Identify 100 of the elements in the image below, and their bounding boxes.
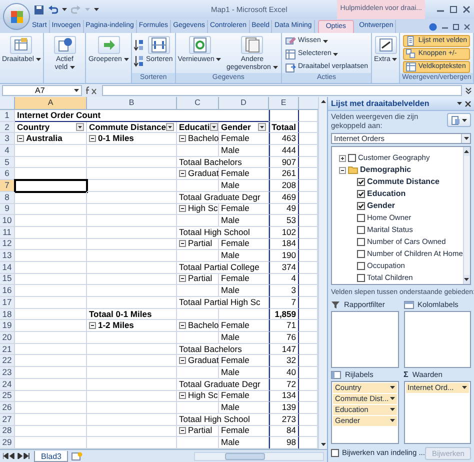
table-cell: Totaal High School (177, 414, 269, 426)
table-cell: Female (219, 355, 269, 368)
table-cell: Totaal Graduate Degr (177, 192, 269, 204)
table-cell: Female (219, 390, 269, 402)
table-cell: 139 (269, 402, 299, 414)
table-cell: 49 (269, 204, 299, 216)
header-label: Commute Distance (89, 122, 166, 133)
row-number[interactable]: 27 (0, 414, 15, 426)
row-number[interactable]: 24 (0, 378, 15, 390)
table-cell: Female (219, 204, 269, 216)
pivot-title: Internet Order Count (15, 110, 269, 122)
table-cell: 40 (269, 367, 299, 379)
row-number[interactable]: 22 (0, 355, 15, 368)
table-cell: 190 (269, 250, 299, 262)
header-label: Educati (179, 122, 210, 133)
column-letter[interactable]: A (15, 97, 87, 110)
sigma-icon: Σ (404, 369, 408, 381)
field-item[interactable]: Demographic (360, 164, 412, 176)
column-letter[interactable]: D (219, 97, 269, 110)
table-cell: Partial (177, 274, 219, 286)
field-item[interactable]: Education (367, 188, 406, 200)
table-cell: Partial (177, 238, 219, 250)
row-number[interactable]: 20 (0, 332, 15, 344)
row-number[interactable]: 4 (0, 145, 15, 157)
row-number[interactable]: 26 (0, 402, 15, 414)
table-cell: 1-2 Miles (87, 320, 177, 332)
field-item[interactable]: Gender (367, 200, 396, 212)
row-number[interactable]: 1 (0, 110, 15, 122)
table-cell: 76 (269, 332, 299, 344)
column-letter[interactable]: B (87, 97, 177, 110)
field-item[interactable]: Commute Distance (367, 176, 440, 188)
row-number[interactable]: 10 (0, 215, 15, 227)
table-cell: Female (219, 133, 269, 146)
column-letter[interactable]: E (269, 97, 299, 110)
row-number[interactable]: 16 (0, 285, 15, 297)
row-number[interactable]: 17 (0, 297, 15, 309)
table-cell: 261 (269, 168, 299, 180)
row-number[interactable]: 5 (0, 156, 15, 168)
row-number[interactable]: 11 (0, 226, 15, 239)
table-cell: 134 (269, 390, 299, 402)
table-cell: Male (219, 215, 269, 227)
table-cell: High Sc (177, 390, 219, 402)
sheet-tab[interactable]: Blad3 (34, 450, 68, 462)
column-letter[interactable]: C (177, 97, 219, 110)
table-cell: Female (219, 238, 269, 250)
table-cell: 72 (269, 378, 299, 390)
pane-title: Lijst met draaitabelvelden (331, 98, 430, 110)
table-cell: 1,859 (269, 308, 299, 320)
table-cell: 0-1 Miles (87, 133, 177, 146)
row-number[interactable]: 9 (0, 204, 15, 216)
table-cell: 469 (269, 192, 299, 204)
table-cell: Totaal Partial College (177, 262, 269, 274)
row-number[interactable]: 25 (0, 390, 15, 402)
table-cell: Australia (15, 133, 87, 146)
row-number[interactable]: 8 (0, 192, 15, 204)
table-cell: 374 (269, 262, 299, 274)
table-cell: 273 (269, 414, 299, 426)
table-cell: 147 (269, 344, 299, 356)
table-cell: 32 (269, 355, 299, 368)
table-cell: 71 (269, 320, 299, 332)
table-cell: Male (219, 180, 269, 192)
table-cell: Partial (177, 426, 219, 438)
table-cell: Male (219, 367, 269, 379)
name-box[interactable]: A7 (2, 85, 82, 96)
table-cell: Bachelo (177, 133, 219, 146)
table-cell: Totaal (269, 122, 299, 134)
table-cell: Totaal Partial High Sc (177, 297, 269, 309)
row-number[interactable]: 6 (0, 168, 15, 180)
table-cell: 208 (269, 180, 299, 192)
table-cell: Male (219, 437, 269, 449)
header-label: Country (17, 122, 50, 133)
table-cell: Totaal Bachelors (177, 344, 269, 356)
row-number[interactable]: 3 (0, 133, 15, 146)
table-cell: Bachelo (177, 320, 219, 332)
table-cell: 4 (269, 274, 299, 286)
row-number[interactable]: 23 (0, 367, 15, 379)
row-number[interactable]: 19 (0, 320, 15, 332)
row-number[interactable]: 13 (0, 250, 15, 262)
row-number[interactable]: 15 (0, 274, 15, 286)
row-number[interactable]: 28 (0, 426, 15, 438)
table-cell: 84 (269, 426, 299, 438)
table-cell: 7 (269, 297, 299, 309)
table-cell: Totaal High School (177, 226, 269, 239)
table-cell: Male (219, 250, 269, 262)
table-cell: Male (219, 145, 269, 157)
table-cell: 102 (269, 226, 299, 239)
row-number[interactable]: 2 (0, 122, 15, 134)
table-cell: 53 (269, 215, 299, 227)
table-cell: Female (219, 168, 269, 180)
row-number[interactable]: 29 (0, 437, 15, 449)
table-cell: 3 (269, 285, 299, 297)
table-cell: Male (219, 402, 269, 414)
table-cell: Female (219, 274, 269, 286)
table-cell: Totaal Graduate Degr (177, 378, 269, 390)
row-number[interactable]: 12 (0, 238, 15, 250)
table-cell: Totaal 0-1 Miles (87, 308, 177, 320)
row-number[interactable]: 7 (0, 180, 15, 192)
row-number[interactable]: 21 (0, 344, 15, 356)
row-number[interactable]: 14 (0, 262, 15, 274)
row-number[interactable]: 18 (0, 308, 15, 320)
